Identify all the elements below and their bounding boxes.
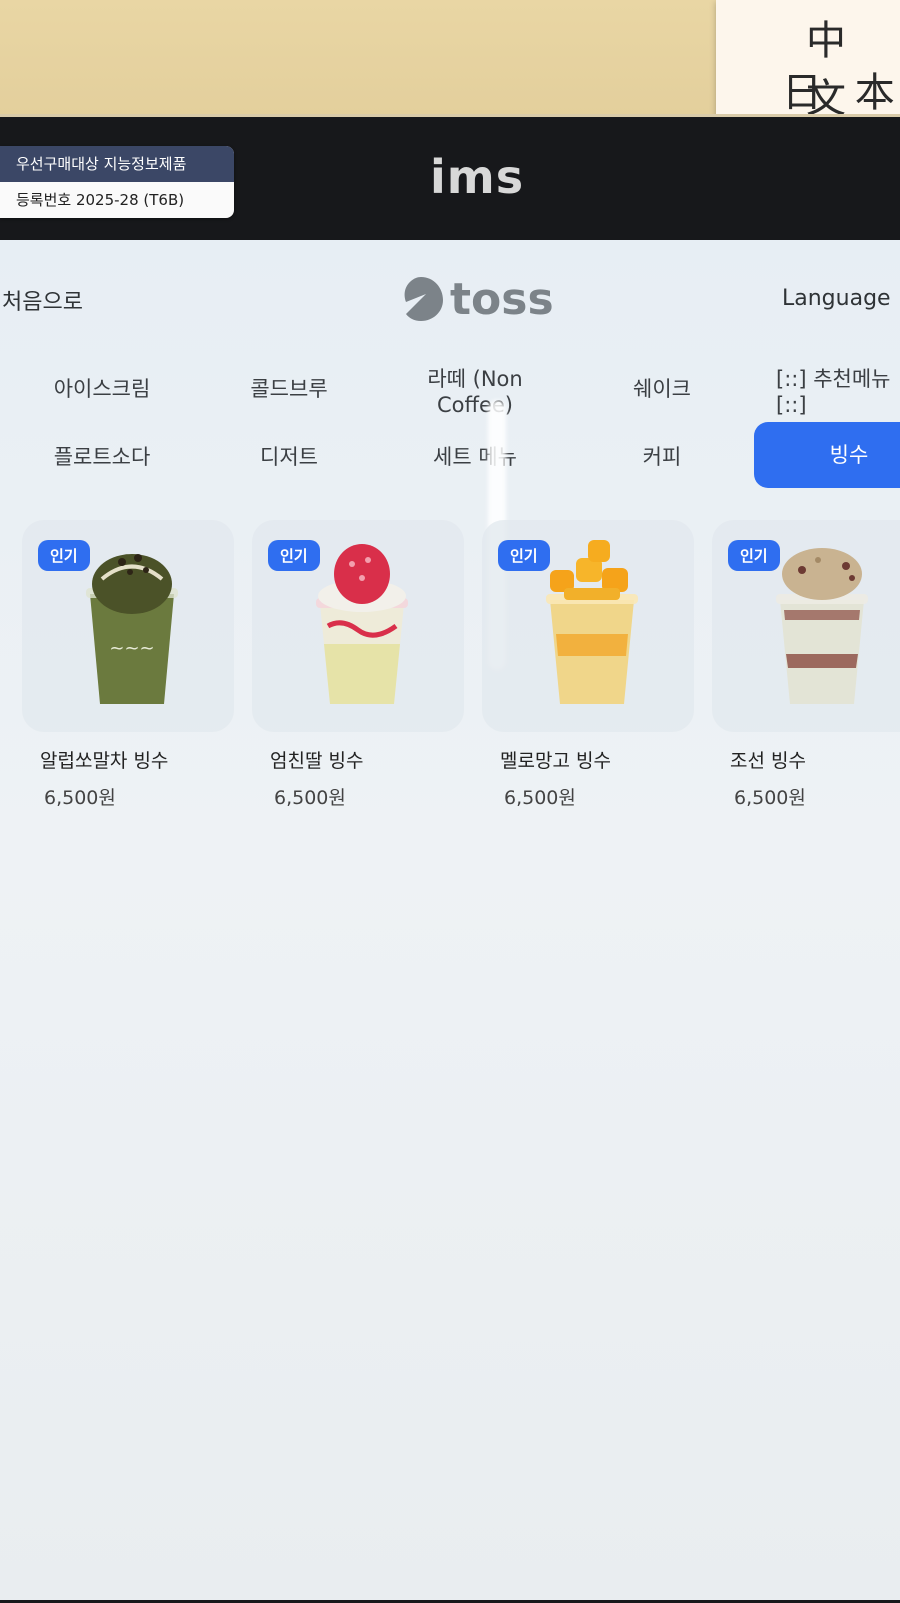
toss-logo-icon	[404, 277, 443, 321]
product-name: 멜로망고 빙수	[500, 750, 611, 772]
certificate-number: 등록번호 2025-28 (T6B)	[16, 191, 185, 209]
strawberry-bingsu-image	[316, 544, 408, 704]
product-image: 인기	[482, 520, 694, 732]
tab-set-menu[interactable]: 세트 메뉴	[400, 444, 550, 470]
tab-shake[interactable]: 쉐이크	[587, 376, 737, 402]
popular-badge: 인기	[268, 540, 320, 571]
svg-text:~~~: ~~~	[109, 638, 154, 659]
matcha-bingsu-image: ~~~	[86, 554, 178, 704]
sticky-line-japanese: 日 本	[782, 70, 900, 116]
tab-cold-brew[interactable]: 콜드브루	[214, 376, 364, 402]
tab-float-soda[interactable]: 플로트소다	[27, 444, 177, 470]
product-price: 6,500원	[274, 787, 346, 809]
certificate-title: 우선구매대상 지능정보제품	[0, 146, 234, 182]
tab-latte-non-coffee[interactable]: 라떼 (Non Coffee)	[390, 366, 560, 418]
top-bar: 처음으로 toss Language	[0, 240, 900, 360]
kiosk-brand-logo: ims	[430, 150, 525, 204]
product-price: 6,500원	[44, 787, 116, 809]
product-name: 엄친딸 빙수	[270, 750, 364, 772]
mango-bingsu-image	[546, 540, 638, 704]
product-card[interactable]: 인기 멜로망고 빙수 6,500원	[482, 520, 694, 810]
popular-badge: 인기	[728, 540, 780, 571]
product-price: 6,500원	[734, 787, 806, 809]
product-card[interactable]: 인기 조선 빙수 6,500원	[712, 520, 900, 810]
tab-dessert[interactable]: 디저트	[214, 444, 364, 470]
joseon-bingsu-image	[776, 548, 868, 704]
tab-recommended[interactable]: [::] 추천메뉴 [::]	[776, 366, 900, 418]
tab-coffee[interactable]: 커피	[587, 444, 737, 470]
product-card[interactable]: 인기 엄친딸 빙수 6,500원	[252, 520, 464, 810]
product-name: 조선 빙수	[730, 750, 806, 772]
product-image: 인기	[252, 520, 464, 732]
toss-logo: toss	[396, 272, 554, 326]
product-name: 알럽쏘말차 빙수	[40, 750, 169, 772]
tab-ice-cream[interactable]: 아이스크림	[27, 376, 177, 402]
home-button[interactable]: 처음으로	[2, 284, 83, 316]
popular-badge: 인기	[38, 540, 90, 571]
product-image: 인기	[712, 520, 900, 732]
tab-bingsu[interactable]: 빙수	[754, 422, 900, 488]
product-card[interactable]: ~~~ 인기 알럽쏘말차 빙수 6,500원	[22, 520, 234, 810]
toss-logo-text: toss	[450, 273, 554, 325]
product-price: 6,500원	[504, 787, 576, 809]
language-button[interactable]: Language	[782, 286, 891, 311]
product-image: ~~~ 인기	[22, 520, 234, 732]
certificate-sticker: 우선구매대상 지능정보제품 등록번호 2025-28 (T6B)	[0, 146, 234, 218]
kiosk-screen: 처음으로 toss Language 아이스크림 콜드브루 라떼 (Non Co…	[0, 240, 900, 1600]
popular-badge: 인기	[498, 540, 550, 571]
